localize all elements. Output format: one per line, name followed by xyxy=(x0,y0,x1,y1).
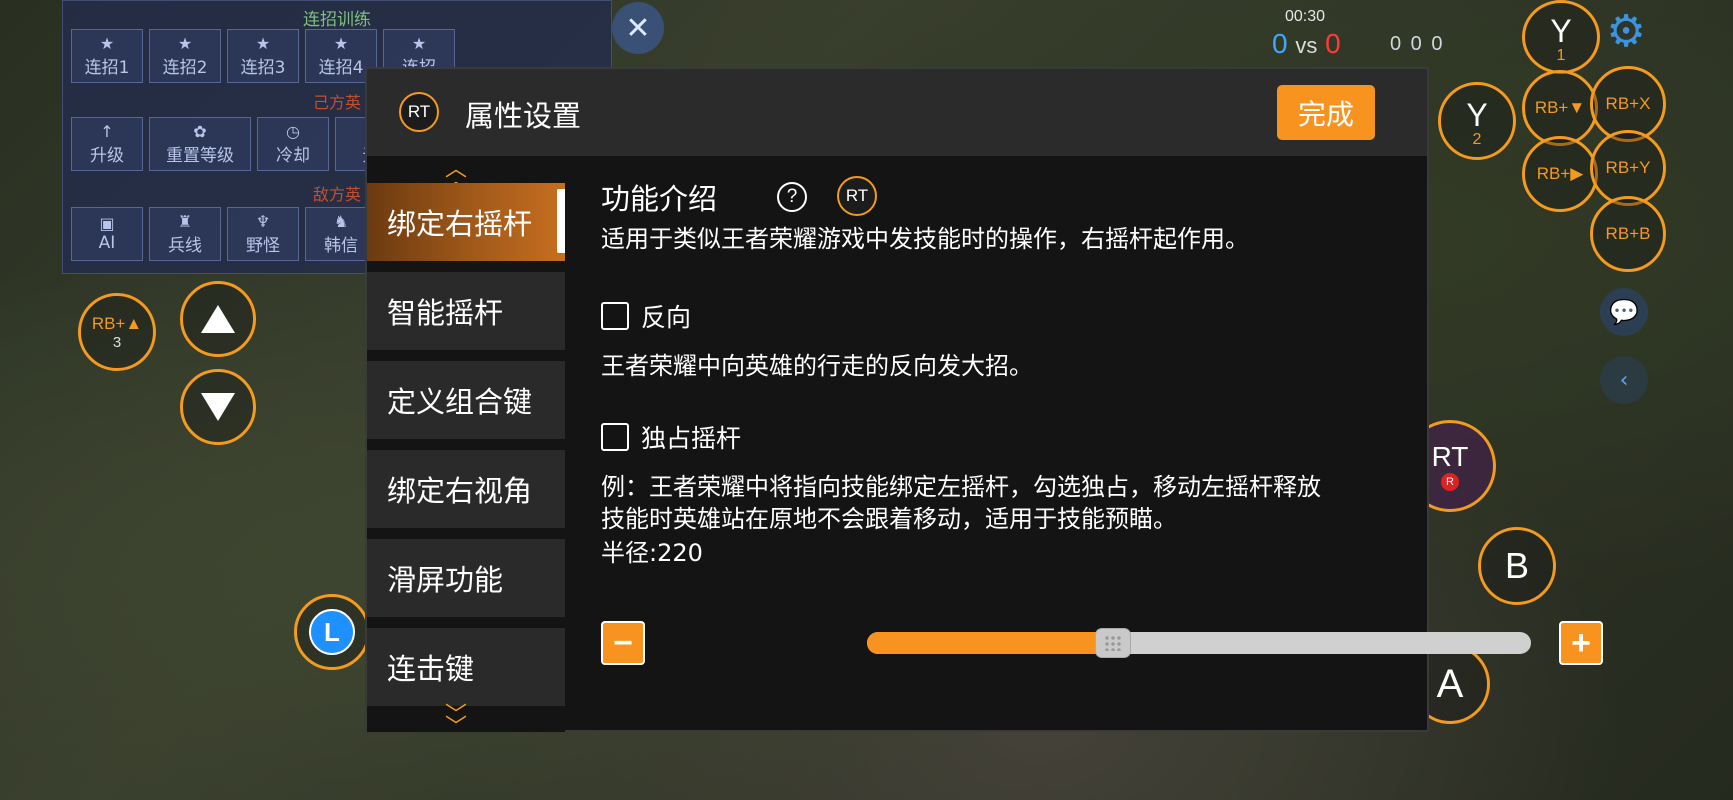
sidebar-item-rapid-fire[interactable]: 连击键 xyxy=(367,628,565,706)
radius-plus-button[interactable]: + xyxy=(1559,621,1603,665)
combo-2-button[interactable]: ★ 连招2 xyxy=(149,29,221,83)
y2-control[interactable]: Y 2 xyxy=(1438,82,1516,160)
r-indicator-icon: R xyxy=(1441,473,1459,491)
sidebar-item-bind-right-stick[interactable]: 绑定右摇杆 xyxy=(367,183,565,261)
reverse-option[interactable]: 反向 xyxy=(601,298,691,334)
rb-up-control[interactable]: RB+▲ 3 xyxy=(78,293,156,371)
rb-b-control[interactable]: RB+B xyxy=(1590,196,1666,272)
sidebar-item-combo-keys[interactable]: 定义组合键 xyxy=(367,361,565,439)
star-icon: ★ xyxy=(99,33,115,53)
radius-slider-handle[interactable] xyxy=(1095,629,1130,657)
sidebar-item-smart-stick[interactable]: 智能摇杆 xyxy=(367,272,565,350)
settings-content: 功能介绍 ? RT 适用于类似王者荣耀游戏中发技能时的操作，右摇杆起作用。 反向… xyxy=(565,156,1603,732)
reverse-checkbox[interactable] xyxy=(601,302,629,330)
arrow-up-icon: ↑ xyxy=(100,121,114,141)
radius-slider[interactable] xyxy=(867,629,1531,657)
level-up-button[interactable]: ↑ 升级 xyxy=(71,117,143,171)
exclusive-stick-option[interactable]: 独占摇杆 xyxy=(601,419,741,455)
clock-icon: ◷ xyxy=(286,121,300,141)
match-score: 0 vs 0 xyxy=(1272,28,1341,59)
exclusive-description-line2: 技能时英雄站在原地不会跟着移动，适用于技能预瞄。 xyxy=(601,505,1177,533)
rb-down-control[interactable]: RB+▼ xyxy=(1522,70,1598,146)
section-rt-badge: RT xyxy=(837,176,877,216)
dialog-header: RT 属性设置 完成 xyxy=(367,69,1427,156)
kda-stats: 0 0 0 xyxy=(1390,33,1445,55)
monster-button[interactable]: ♆ 野怪 xyxy=(227,207,299,261)
arrow-up-icon xyxy=(201,305,235,333)
arrow-down-icon xyxy=(201,393,235,421)
minion-button[interactable]: ♜ 兵线 xyxy=(149,207,221,261)
hero-icon: ♞ xyxy=(333,211,349,231)
dpad-down-button[interactable] xyxy=(180,369,256,445)
star-icon: ★ xyxy=(333,33,349,53)
reverse-description: 王者荣耀中向英雄的行走的反向发大招。 xyxy=(601,352,1033,380)
cooldown-button[interactable]: ◷ 冷却 xyxy=(257,117,329,171)
collapse-chevron-icon[interactable]: ‹ xyxy=(1600,356,1648,404)
rb-y-control[interactable]: RB+Y xyxy=(1590,130,1666,206)
help-icon[interactable]: ? xyxy=(777,182,807,212)
rb-right-control[interactable]: RB+▶ xyxy=(1522,136,1598,212)
monitor-icon: ▣ xyxy=(99,214,115,233)
dialog-title: 属性设置 xyxy=(465,99,582,133)
combo-panel-title: 连招训练 xyxy=(303,10,371,30)
y1-control[interactable]: Y 1 xyxy=(1522,0,1600,74)
exclusive-stick-label: 独占摇杆 xyxy=(641,424,742,453)
close-overlay-icon[interactable]: ✕ xyxy=(612,2,664,54)
exclusive-stick-checkbox[interactable] xyxy=(601,423,629,451)
radius-minus-button[interactable]: − xyxy=(601,621,645,665)
reverse-label: 反向 xyxy=(641,303,692,332)
exclusive-description-line1: 例：王者荣耀中将指向技能绑定左摇杆，勾选独占，移动左摇杆释放 xyxy=(601,473,1321,501)
gear-icon: ✿ xyxy=(193,121,207,141)
scroll-down-chevron-icon[interactable]: ﹀ ﹀ xyxy=(445,705,467,739)
sidebar-item-swipe[interactable]: 滑屏功能 xyxy=(367,539,565,617)
match-timer: 00:30 xyxy=(1285,8,1326,25)
reset-level-button[interactable]: ✿ 重置等级 xyxy=(149,117,251,171)
monster-icon: ♆ xyxy=(255,211,271,231)
dpad-up-button[interactable] xyxy=(180,281,256,357)
section-title: 功能介绍 xyxy=(601,182,718,216)
star-icon: ★ xyxy=(255,33,271,53)
ai-button[interactable]: ▣ AI xyxy=(71,207,143,261)
settings-gear-icon[interactable]: ⚙ xyxy=(1604,10,1648,54)
sidebar-item-bind-right-view[interactable]: 绑定右视角 xyxy=(367,450,565,528)
helmet-icon: ♜ xyxy=(177,211,193,231)
combo-3-button[interactable]: ★ 连招3 xyxy=(227,29,299,83)
combo-1-button[interactable]: ★ 连招1 xyxy=(71,29,143,83)
settings-sidebar: ︿ ︿ 绑定右摇杆 智能摇杆 定义组合键 绑定右视角 滑屏功能 连击键 ﹀ ﹀ xyxy=(367,156,565,739)
rt-badge: RT xyxy=(399,92,439,132)
star-icon: ★ xyxy=(177,33,193,53)
chat-icon[interactable]: 💬 xyxy=(1600,288,1648,336)
enemy-action-row: ▣ AI ♜ 兵线 ♆ 野怪 ♞ 韩信 xyxy=(71,207,377,261)
b-control[interactable]: B xyxy=(1478,527,1556,605)
done-button[interactable]: 完成 xyxy=(1277,85,1375,140)
radius-label: 半径:220 xyxy=(601,539,703,567)
star-icon: ★ xyxy=(411,33,427,53)
attribute-settings-dialog: RT 属性设置 完成 ︿ ︿ 绑定右摇杆 智能摇杆 定义组合键 绑定右视角 滑屏功… xyxy=(365,67,1603,739)
intro-text: 适用于类似王者荣耀游戏中发技能时的操作，右摇杆起作用。 xyxy=(601,225,1249,253)
radius-slider-fill xyxy=(867,632,1113,654)
ally-action-row: ↑升级 ✿重置等级 ◷冷却 ♥无 xyxy=(71,117,407,171)
left-stick-control[interactable]: L xyxy=(294,594,370,670)
